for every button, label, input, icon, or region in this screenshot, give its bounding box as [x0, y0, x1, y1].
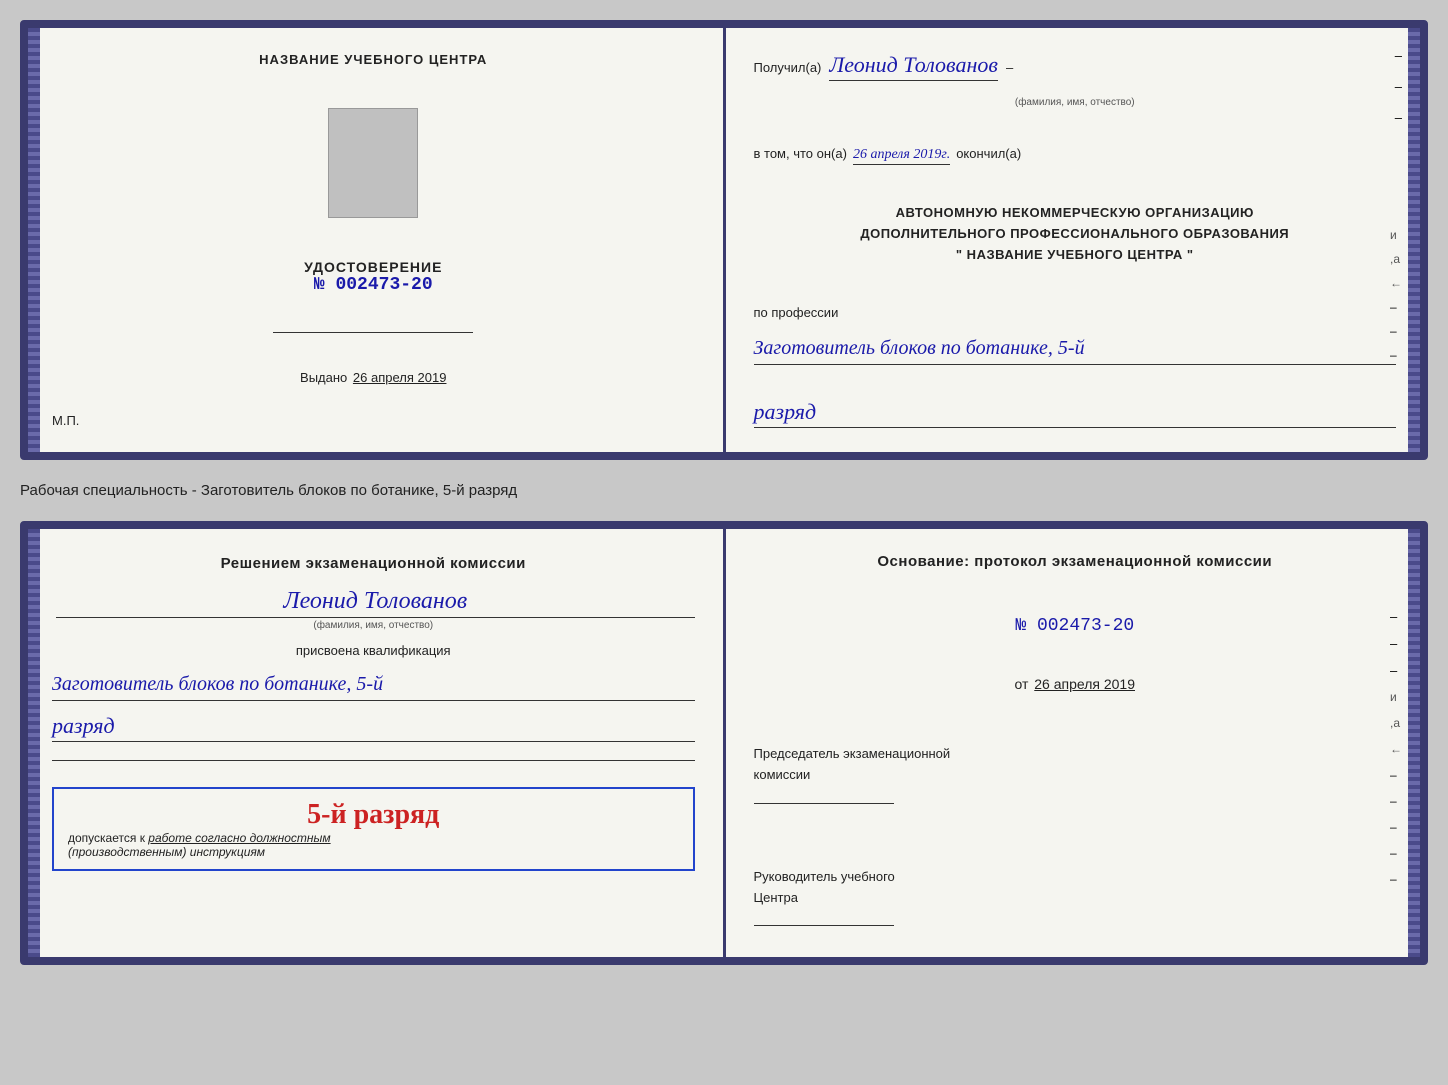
char-arrow: ← [1390, 276, 1402, 290]
autocert-line3: " НАЗВАНИЕ УЧЕБНОГО ЦЕНТРА " [754, 245, 1397, 266]
osnovanie-title: Основание: протокол экзаменационной коми… [754, 553, 1397, 570]
rukovoditel-label: Руководитель учебного [754, 867, 1397, 888]
dash-5: – [1390, 324, 1402, 338]
bdash-7: – [1390, 846, 1402, 860]
okончил-label: окончил(а) [956, 146, 1021, 161]
vtom-label: в том, что он(а) [754, 146, 847, 161]
vtom-line: в том, что он(а) 26 апреля 2019г. окончи… [754, 146, 1397, 165]
top-cert-left: НАЗВАНИЕ УЧЕБНОГО ЦЕНТРА УДОСТОВЕРЕНИЕ №… [28, 28, 726, 452]
completed-date: 26 апреля 2019г. [853, 147, 950, 165]
number-prefix: № [1015, 616, 1026, 636]
page-wrapper: НАЗВАНИЕ УЧЕБНОГО ЦЕНТРА УДОСТОВЕРЕНИЕ №… [20, 20, 1428, 965]
bchar-a: ,а [1390, 716, 1402, 730]
bdash-2: – [1390, 636, 1402, 651]
bdash-8: – [1390, 872, 1402, 886]
profession-top: Заготовитель блоков по ботанике, 5-й [754, 334, 1397, 365]
bdash-6: – [1390, 820, 1402, 834]
predsedatel-block: Председатель экзаменационной комиссии [754, 744, 1397, 810]
right-dashes: – – – [1395, 48, 1402, 125]
poluchil-label: Получил(а) [754, 60, 822, 75]
right-edge-chars: и ,а ← – – – [1390, 228, 1402, 362]
fio-block-bottom: Леонид Толованов (фамилия, имя, отчество… [52, 588, 695, 631]
dash-2: – [1395, 79, 1402, 94]
rukovoditel-block: Руководитель учебного Центра [754, 867, 1397, 933]
org-name-title: НАЗВАНИЕ УЧЕБНОГО ЦЕНТРА [259, 52, 487, 67]
dash-4: – [1390, 300, 1402, 314]
predsedatel-label: Председатель экзаменационной [754, 744, 1397, 765]
razryad-top: разряд [754, 399, 1397, 428]
tsentra-label: Центра [754, 888, 1397, 909]
photo-placeholder [328, 108, 418, 218]
fio-subtitle-bottom: (фамилия, имя, отчество) [52, 620, 695, 631]
predsedatel-signature-line [754, 786, 894, 804]
dopuskaetsya-line: допускается к работе согласно должностны… [68, 831, 679, 845]
stamp-razryad: 5-й разряд [68, 799, 679, 831]
recipient-name-top: Леонид Толованов [829, 52, 998, 81]
bottom-cert-right: – – – и ,а ← – – – – – Основание: проток… [726, 529, 1421, 957]
top-certificate: НАЗВАНИЕ УЧЕБНОГО ЦЕНТРА УДОСТОВЕРЕНИЕ №… [20, 20, 1428, 460]
dopuskaetsya-label: допускается к [68, 831, 145, 845]
mp-text: М.П. [52, 413, 79, 428]
resheniem-title: Решением экзаменационной комиссии [52, 553, 695, 576]
ot-date-value: 26 апреля 2019 [1034, 676, 1135, 692]
udostoverenie-block: УДОСТОВЕРЕНИЕ № 002473-20 [304, 259, 442, 295]
vydano-line: Выдано 26 апреля 2019 [300, 370, 446, 385]
protokol-number-value: 002473-20 [1037, 616, 1134, 636]
razryad-bottom: разряд [52, 713, 695, 742]
cert-number-value: 002473-20 [335, 275, 432, 295]
rabote-label: работе согласно должностным [148, 831, 330, 845]
char-a: ,а [1390, 252, 1402, 266]
cert-number: № 002473-20 [304, 275, 442, 295]
bchar-arrow: ← [1390, 742, 1402, 756]
vydano-label: Выдано [300, 370, 347, 385]
cert-number-prefix: № [314, 275, 325, 295]
bdash-4: – [1390, 768, 1402, 782]
dash-name: – [1006, 60, 1013, 75]
ot-prefix: от [1014, 676, 1028, 692]
prisvoena-label: присвоена квалификация [52, 643, 695, 658]
bdash-3: – [1390, 663, 1402, 678]
specialty-line: Рабочая специальность - Заготовитель бло… [20, 478, 1428, 503]
bchar-i: и [1390, 690, 1402, 704]
vydano-date: 26 апреля 2019 [353, 370, 447, 385]
autocert-line1: АВТОНОМНУЮ НЕКОММЕРЧЕСКУЮ ОРГАНИЗАЦИЮ [754, 203, 1397, 224]
dash-1: – [1395, 48, 1402, 63]
ot-date-line: от 26 апреля 2019 [754, 676, 1397, 692]
instruktsiyam-label: (производственным) инструкциям [68, 845, 679, 859]
poluchil-line: Получил(а) Леонид Толованов – [754, 52, 1397, 81]
char-i: и [1390, 228, 1402, 242]
bottom-right-dashes: – – – и ,а ← – – – – – [1390, 609, 1402, 886]
fio-subtitle-top: (фамилия, имя, отчество) [754, 97, 1397, 108]
bdash-1: – [1390, 609, 1402, 624]
rukovoditel-signature-line [754, 908, 894, 926]
udostoverenie-title: УДОСТОВЕРЕНИЕ [304, 259, 442, 275]
qualification-bottom: Заготовитель блоков по ботанике, 5-й [52, 670, 695, 701]
autocert-line2: ДОПОЛНИТЕЛЬНОГО ПРОФЕССИОНАЛЬНОГО ОБРАЗО… [754, 224, 1397, 245]
komissii-label: комиссии [754, 765, 1397, 786]
protokol-number: № 002473-20 [754, 616, 1397, 636]
bdash-5: – [1390, 794, 1402, 808]
recipient-name-bottom: Леонид Толованов [56, 588, 695, 618]
top-cert-right: – – – и ,а ← – – – Получил(а) Леонид Тол… [726, 28, 1421, 452]
bottom-cert-left: Решением экзаменационной комиссии Леонид… [28, 529, 726, 957]
dash-6: – [1390, 348, 1402, 362]
bottom-certificate: Решением экзаменационной комиссии Леонид… [20, 521, 1428, 965]
autocert-block: АВТОНОМНУЮ НЕКОММЕРЧЕСКУЮ ОРГАНИЗАЦИЮ ДО… [754, 203, 1397, 265]
stamp-box: 5-й разряд допускается к работе согласно… [52, 787, 695, 871]
dash-3: – [1395, 110, 1402, 125]
po-professii-label: по профессии [754, 305, 1397, 320]
